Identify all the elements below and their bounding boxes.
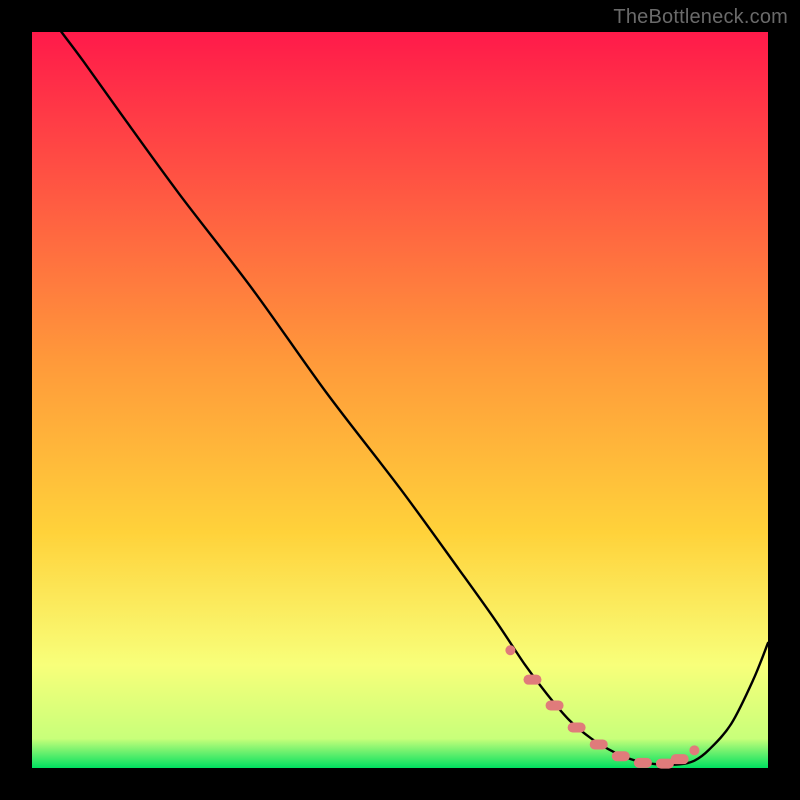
optimal-marker bbox=[671, 754, 689, 764]
optimal-marker bbox=[612, 751, 630, 761]
optimal-marker bbox=[523, 675, 541, 685]
optimal-marker bbox=[590, 739, 608, 749]
watermark-label: TheBottleneck.com bbox=[613, 6, 788, 29]
optimal-marker bbox=[568, 723, 586, 733]
optimal-marker bbox=[634, 758, 652, 768]
chart-stage: { "watermark": "TheBottleneck.com", "col… bbox=[0, 0, 800, 800]
optimal-marker bbox=[689, 745, 699, 755]
bottleneck-chart bbox=[0, 0, 800, 800]
optimal-marker bbox=[546, 700, 564, 710]
optimal-marker bbox=[505, 645, 515, 655]
